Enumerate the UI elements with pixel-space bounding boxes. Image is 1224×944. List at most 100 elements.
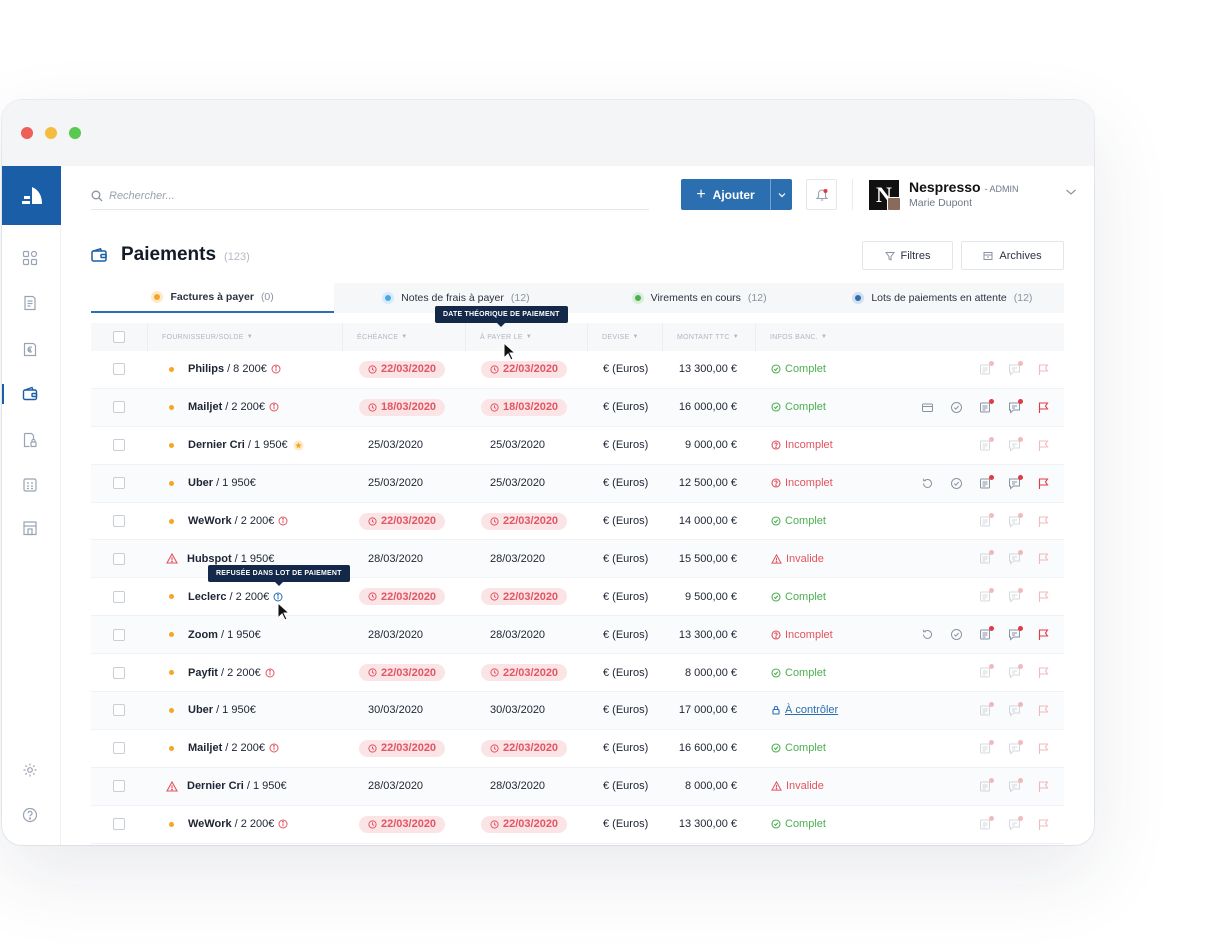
add-dropdown-button[interactable] xyxy=(770,179,792,210)
row-checkbox[interactable] xyxy=(113,477,125,490)
tab-lots-de-paiements[interactable]: Lots de paiements en attente (12) xyxy=(821,283,1064,313)
document-icon[interactable] xyxy=(979,436,994,452)
info-icon[interactable] xyxy=(271,364,281,374)
status-to-check[interactable]: À contrôler xyxy=(771,704,838,716)
table-row[interactable]: Dernier Cri / 1 950€ 28/03/2020 28/03/20… xyxy=(91,767,1064,806)
comment-icon[interactable] xyxy=(1008,815,1023,831)
document-icon[interactable] xyxy=(979,626,994,641)
table-row[interactable]: Zoom / 1 950€ 28/03/2020 28/03/2020 € (E… xyxy=(91,616,1064,655)
info-icon[interactable] xyxy=(273,592,283,602)
account-switcher[interactable]: Nespresso - ADMIN xyxy=(909,179,1019,195)
supplier-name[interactable]: Zoom xyxy=(188,629,218,641)
flag-icon[interactable] xyxy=(1037,401,1050,414)
approve-icon[interactable] xyxy=(950,477,963,490)
dashboard-icon[interactable] xyxy=(22,250,38,266)
notifications-button[interactable] xyxy=(806,179,837,210)
comment-icon[interactable] xyxy=(1008,664,1023,679)
document-icon[interactable] xyxy=(979,474,994,490)
calculator-icon[interactable] xyxy=(22,477,38,493)
secure-document-icon[interactable] xyxy=(22,432,38,448)
flag-icon[interactable] xyxy=(1037,666,1050,679)
comment-icon[interactable] xyxy=(1008,436,1023,452)
comment-icon[interactable] xyxy=(1008,626,1023,641)
column-header-pay-on[interactable]: À PAYER LE ▼ xyxy=(465,323,587,351)
row-checkbox[interactable] xyxy=(113,590,125,603)
euro-document-icon[interactable] xyxy=(22,341,38,357)
store-icon[interactable] xyxy=(22,520,38,536)
maximize-window-button[interactable] xyxy=(69,127,81,139)
document-icon[interactable] xyxy=(979,815,994,831)
supplier-name[interactable]: Mailjet xyxy=(188,742,222,754)
row-checkbox[interactable] xyxy=(113,439,125,452)
row-checkbox[interactable] xyxy=(113,515,125,527)
supplier-name[interactable]: Dernier Cri xyxy=(187,780,244,792)
comment-icon[interactable] xyxy=(1008,550,1023,565)
table-row[interactable]: WeWork / 2 200€ 22/03/2020 22/03/2020 € … xyxy=(91,503,1064,541)
column-header-amount[interactable]: MONTANT TTC ▼ xyxy=(662,323,755,351)
flag-icon[interactable] xyxy=(1037,742,1050,755)
document-icon[interactable] xyxy=(979,512,994,528)
retry-icon[interactable] xyxy=(921,628,934,641)
minimize-window-button[interactable] xyxy=(45,127,57,139)
flag-icon[interactable] xyxy=(1037,552,1050,565)
table-row[interactable]: Philips / 8 200€ 22/03/2020 22/03/2020 €… xyxy=(91,351,1064,389)
flag-icon[interactable] xyxy=(1037,477,1050,490)
supplier-name[interactable]: Philips xyxy=(188,363,224,375)
select-all-checkbox[interactable] xyxy=(113,331,125,343)
row-checkbox[interactable] xyxy=(113,363,125,376)
table-row[interactable]: WeWork / 2 200€ 22/03/2020 22/03/2020 € … xyxy=(91,806,1064,844)
comment-icon[interactable] xyxy=(1008,398,1023,414)
table-row[interactable]: Leclerc / 2 200€ 22/03/2020 22/03/2020 €… xyxy=(91,578,1064,617)
document-icon[interactable] xyxy=(979,360,994,376)
table-row[interactable]: Dernier Cri / 1 950€ 25/03/2020 25/03/20… xyxy=(91,427,1064,465)
flag-icon[interactable] xyxy=(1037,628,1050,641)
help-icon[interactable] xyxy=(22,807,38,823)
flag-icon[interactable] xyxy=(1037,439,1050,452)
column-header-supplier[interactable]: FOURNISSEUR/SOLDE ▼ xyxy=(147,323,342,351)
supplier-name[interactable]: Mailjet xyxy=(188,401,222,413)
column-header-bank[interactable]: INFOS BANC. ▼ xyxy=(755,323,1064,351)
info-icon[interactable] xyxy=(269,743,279,753)
supplier-name[interactable]: WeWork xyxy=(188,515,232,527)
supplier-name[interactable]: Leclerc xyxy=(188,591,227,603)
info-icon[interactable] xyxy=(269,402,279,412)
row-checkbox[interactable] xyxy=(113,666,125,679)
filters-button[interactable]: Filtres xyxy=(862,241,953,270)
add-button[interactable]: + Ajouter xyxy=(681,179,770,210)
comment-icon[interactable] xyxy=(1008,739,1023,755)
comment-icon[interactable] xyxy=(1008,777,1023,793)
column-header-currency[interactable]: DEVISE ▼ xyxy=(587,323,662,351)
supplier-name[interactable]: Uber xyxy=(188,704,213,716)
settings-gear-icon[interactable] xyxy=(22,762,38,778)
supplier-name[interactable]: WeWork xyxy=(188,818,232,830)
archives-button[interactable]: Archives xyxy=(961,241,1064,270)
comment-icon[interactable] xyxy=(1008,360,1023,376)
document-icon[interactable] xyxy=(979,777,994,793)
flag-icon[interactable] xyxy=(1037,818,1050,831)
table-row[interactable]: Uber / 1 950€ 30/03/2020 30/03/2020 € (E… xyxy=(91,692,1064,730)
flag-icon[interactable] xyxy=(1037,590,1050,603)
tab-factures[interactable]: Factures à payer (0) xyxy=(91,283,335,313)
row-checkbox[interactable] xyxy=(113,818,125,831)
row-checkbox[interactable] xyxy=(113,704,125,717)
flag-icon[interactable] xyxy=(1037,780,1050,793)
document-icon[interactable] xyxy=(979,664,994,679)
supplier-name[interactable]: Payfit xyxy=(188,667,218,679)
comment-icon[interactable] xyxy=(1008,474,1023,490)
info-icon[interactable] xyxy=(278,516,288,526)
wallet-icon[interactable] xyxy=(22,386,38,402)
table-row[interactable]: Mailjet / 2 200€ 22/03/2020 22/03/2020 €… xyxy=(91,730,1064,768)
row-checkbox[interactable] xyxy=(113,552,125,565)
row-checkbox[interactable] xyxy=(113,780,125,793)
comment-icon[interactable] xyxy=(1008,588,1023,603)
column-header-due[interactable]: ÉCHÉANCE ▼ xyxy=(342,323,465,351)
supplier-name[interactable]: Hubspot xyxy=(187,553,232,565)
approve-icon[interactable] xyxy=(950,628,963,641)
account-chevron-down-icon[interactable] xyxy=(1065,188,1077,196)
flag-icon[interactable] xyxy=(1037,515,1050,528)
table-row[interactable]: Uber / 1 950€ 25/03/2020 25/03/2020 € (E… xyxy=(91,464,1064,503)
info-icon[interactable] xyxy=(265,668,275,678)
document-icon[interactable] xyxy=(979,588,994,603)
table-row[interactable]: Mailjet / 2 200€ 18/03/2020 18/03/2020 €… xyxy=(91,388,1064,427)
table-row[interactable]: Payfit / 2 200€ 22/03/2020 22/03/2020 € … xyxy=(91,654,1064,693)
